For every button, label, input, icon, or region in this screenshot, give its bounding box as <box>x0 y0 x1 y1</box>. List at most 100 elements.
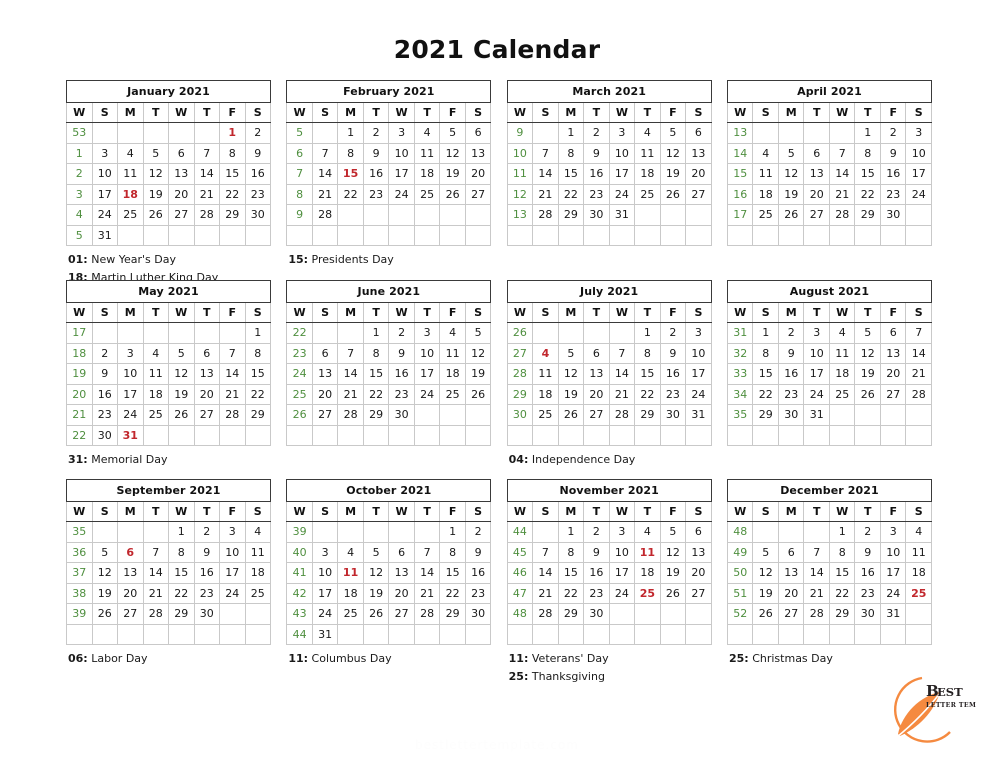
day-cell[interactable]: 6 <box>193 342 220 364</box>
day-cell[interactable]: 19 <box>464 363 492 385</box>
day-cell[interactable]: 11 <box>532 363 559 385</box>
day-cell[interactable]: 2 <box>583 122 610 144</box>
day-cell[interactable]: 18 <box>337 582 364 604</box>
day-cell[interactable]: 24 <box>803 383 830 405</box>
day-cell[interactable]: 1 <box>854 122 881 144</box>
day-cell[interactable]: 8 <box>557 142 585 164</box>
day-cell[interactable]: 30 <box>854 603 881 625</box>
day-cell[interactable]: 6 <box>388 541 415 563</box>
day-cell[interactable]: 18 <box>413 163 441 185</box>
day-cell[interactable]: 9 <box>388 342 415 364</box>
day-cell[interactable]: 3 <box>685 322 712 344</box>
day-cell[interactable]: 24 <box>608 183 636 205</box>
day-cell-holiday[interactable]: 25 <box>905 582 932 604</box>
day-cell[interactable]: 27 <box>193 404 220 426</box>
day-cell[interactable]: 1 <box>634 322 661 344</box>
day-cell[interactable]: 11 <box>413 142 441 164</box>
day-cell[interactable]: 31 <box>608 204 636 226</box>
day-cell[interactable]: 31 <box>879 603 907 625</box>
day-cell[interactable]: 21 <box>413 582 441 604</box>
day-cell[interactable]: 22 <box>752 383 779 405</box>
day-cell[interactable]: 26 <box>854 383 881 405</box>
day-cell[interactable]: 2 <box>193 521 220 543</box>
day-cell[interactable]: 27 <box>117 603 144 625</box>
day-cell[interactable]: 20 <box>803 183 830 205</box>
day-cell[interactable]: 3 <box>905 122 932 144</box>
day-cell[interactable]: 12 <box>464 342 492 364</box>
day-cell[interactable]: 6 <box>685 521 712 543</box>
day-cell[interactable]: 6 <box>879 322 907 344</box>
day-cell[interactable]: 14 <box>337 363 364 385</box>
day-cell[interactable]: 9 <box>244 142 271 164</box>
day-cell[interactable]: 31 <box>91 224 118 246</box>
day-cell[interactable]: 29 <box>439 603 466 625</box>
day-cell[interactable]: 15 <box>244 363 271 385</box>
day-cell[interactable]: 14 <box>532 562 559 584</box>
day-cell[interactable]: 8 <box>557 541 585 563</box>
day-cell[interactable]: 19 <box>659 562 687 584</box>
day-cell[interactable]: 4 <box>244 521 271 543</box>
day-cell[interactable]: 9 <box>854 541 881 563</box>
day-cell[interactable]: 26 <box>557 404 585 426</box>
day-cell[interactable]: 20 <box>685 163 712 185</box>
day-cell[interactable]: 21 <box>142 582 169 604</box>
day-cell[interactable]: 23 <box>244 183 271 205</box>
day-cell[interactable]: 7 <box>142 541 169 563</box>
day-cell[interactable]: 24 <box>905 183 932 205</box>
day-cell[interactable]: 16 <box>91 383 118 405</box>
day-cell[interactable]: 12 <box>777 163 805 185</box>
day-cell[interactable]: 2 <box>388 322 415 344</box>
day-cell[interactable]: 29 <box>219 204 246 226</box>
day-cell[interactable]: 26 <box>91 603 118 625</box>
day-cell[interactable]: 28 <box>905 383 932 405</box>
day-cell[interactable]: 12 <box>659 541 687 563</box>
day-cell[interactable]: 7 <box>608 342 636 364</box>
day-cell[interactable]: 2 <box>659 322 687 344</box>
day-cell[interactable]: 11 <box>752 163 779 185</box>
day-cell[interactable]: 12 <box>91 562 118 584</box>
day-cell[interactable]: 21 <box>803 582 830 604</box>
day-cell[interactable]: 31 <box>311 623 339 645</box>
day-cell[interactable]: 14 <box>803 562 830 584</box>
day-cell[interactable]: 8 <box>362 342 390 364</box>
day-cell-holiday[interactable]: 1 <box>219 122 246 144</box>
day-cell[interactable]: 26 <box>464 383 492 405</box>
day-cell[interactable]: 13 <box>685 541 712 563</box>
day-cell[interactable]: 3 <box>311 541 339 563</box>
day-cell[interactable]: 15 <box>634 363 661 385</box>
day-cell[interactable]: 12 <box>752 562 779 584</box>
day-cell[interactable]: 13 <box>311 363 339 385</box>
day-cell[interactable]: 17 <box>879 562 907 584</box>
day-cell[interactable]: 13 <box>168 163 195 185</box>
day-cell[interactable]: 23 <box>777 383 805 405</box>
day-cell[interactable]: 24 <box>311 603 339 625</box>
day-cell[interactable]: 21 <box>311 183 339 205</box>
day-cell[interactable]: 6 <box>777 541 805 563</box>
day-cell[interactable]: 10 <box>413 342 441 364</box>
day-cell[interactable]: 23 <box>879 183 907 205</box>
day-cell[interactable]: 28 <box>193 204 220 226</box>
day-cell[interactable]: 2 <box>583 521 610 543</box>
day-cell[interactable]: 11 <box>439 342 466 364</box>
day-cell[interactable]: 22 <box>244 383 271 405</box>
day-cell[interactable]: 19 <box>142 183 169 205</box>
day-cell-holiday[interactable]: 15 <box>337 163 364 185</box>
day-cell[interactable]: 30 <box>91 424 118 446</box>
day-cell[interactable]: 2 <box>879 122 907 144</box>
day-cell[interactable]: 13 <box>803 163 830 185</box>
day-cell[interactable]: 23 <box>659 383 687 405</box>
day-cell[interactable]: 16 <box>777 363 805 385</box>
day-cell[interactable]: 17 <box>608 163 636 185</box>
day-cell[interactable]: 1 <box>752 322 779 344</box>
day-cell[interactable]: 5 <box>439 122 466 144</box>
day-cell[interactable]: 10 <box>608 541 636 563</box>
day-cell[interactable]: 13 <box>388 562 415 584</box>
day-cell[interactable]: 3 <box>388 122 415 144</box>
day-cell[interactable]: 26 <box>659 183 687 205</box>
day-cell[interactable]: 5 <box>91 541 118 563</box>
day-cell[interactable]: 10 <box>608 142 636 164</box>
day-cell[interactable]: 21 <box>828 183 856 205</box>
day-cell[interactable]: 26 <box>362 603 390 625</box>
day-cell[interactable]: 2 <box>854 521 881 543</box>
day-cell[interactable]: 30 <box>388 404 415 426</box>
